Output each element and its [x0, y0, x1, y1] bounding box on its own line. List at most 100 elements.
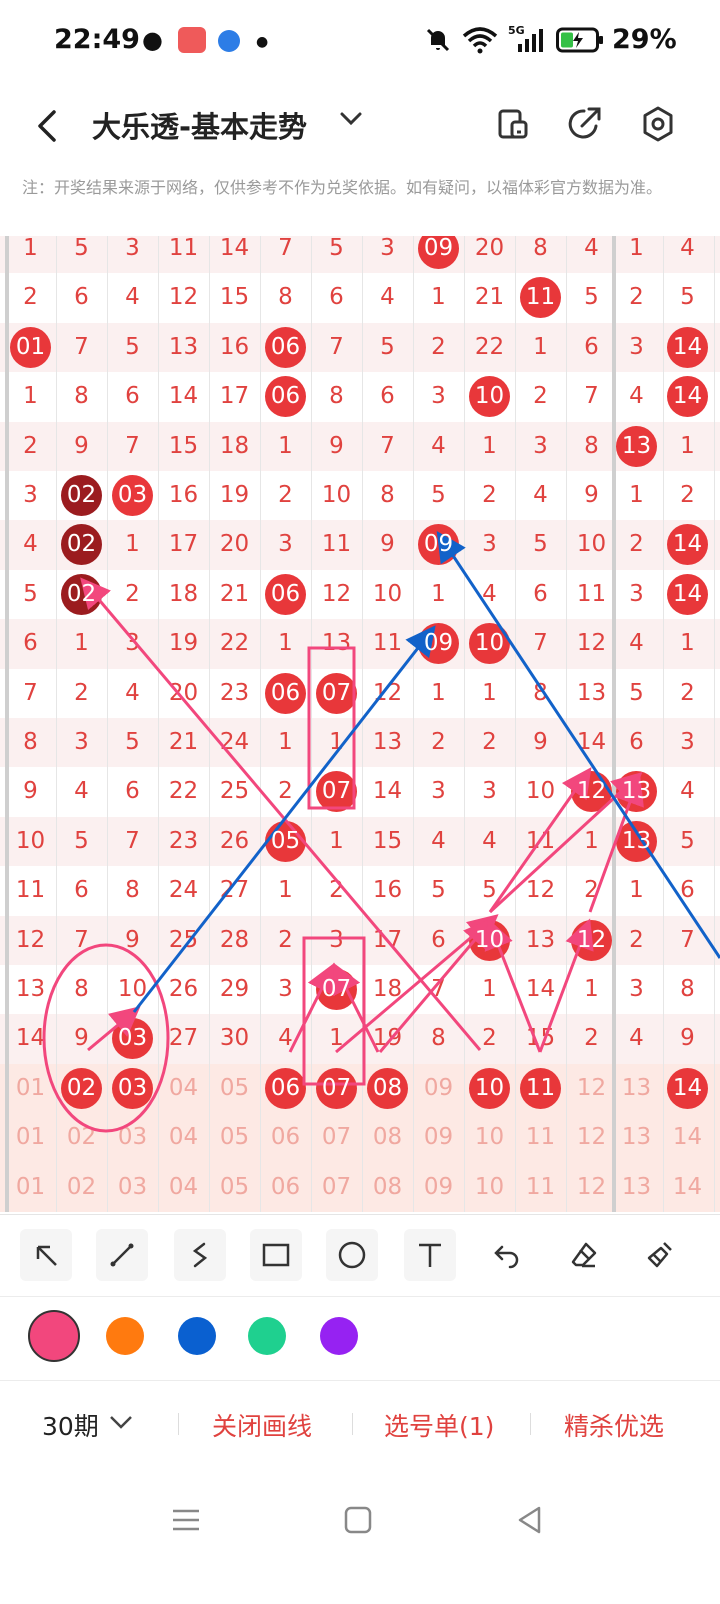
omission-cell: 1 — [431, 284, 446, 311]
omission-cell: 5 — [431, 482, 446, 508]
omission-cell: 2 — [23, 284, 38, 311]
omission-cell: 4 — [23, 531, 38, 558]
omission-cell: 7 — [533, 630, 548, 657]
omission-cell: 13 — [168, 333, 199, 360]
color-swatch[interactable] — [178, 1317, 216, 1355]
omission-cell: 4 — [125, 284, 140, 311]
circle-tool-button[interactable] — [326, 1229, 378, 1281]
omission-cell: 2 — [278, 926, 293, 953]
omission-cell: 3 — [533, 432, 548, 459]
omission-cell: 20 — [474, 236, 505, 261]
omission-cell: 7 — [125, 432, 140, 459]
omission-cell: 5 — [125, 333, 140, 360]
omission-cell: 11 — [525, 1124, 556, 1151]
drawn-number-ball: 06 — [260, 323, 311, 372]
omission-cell: 1 — [584, 976, 599, 1002]
omission-cell: 5 — [629, 679, 644, 706]
omission-cell: 14 — [15, 1025, 46, 1052]
back-nav-icon[interactable] — [514, 1504, 546, 1540]
omission-cell: 12 — [321, 580, 352, 607]
omission-cell: 6 — [584, 333, 599, 360]
color-swatch[interactable] — [28, 1310, 80, 1362]
omission-cell: 6 — [629, 729, 644, 755]
omission-cell: 3 — [329, 926, 344, 953]
signal-icon — [514, 26, 546, 60]
omission-cell: 4 — [629, 383, 644, 410]
omission-cell: 1 — [482, 679, 497, 706]
drawn-number-ball: 02 — [56, 520, 107, 569]
omission-cell: 2 — [629, 284, 644, 311]
omission-cell: 8 — [380, 482, 395, 508]
clear-button[interactable] — [634, 1229, 686, 1281]
chevron-down-icon[interactable] — [338, 106, 364, 138]
omission-cell: 10 — [321, 482, 352, 508]
home-icon[interactable] — [342, 1504, 374, 1540]
freehand-tool-button[interactable] — [174, 1229, 226, 1281]
omission-cell: 25 — [219, 778, 250, 805]
omission-cell: 3 — [23, 482, 38, 508]
omission-cell: 3 — [380, 236, 395, 261]
text-tool-button[interactable] — [404, 1229, 456, 1281]
layout-toggle-icon[interactable] — [490, 100, 538, 148]
eraser-button[interactable] — [558, 1229, 610, 1281]
color-swatch[interactable] — [320, 1317, 358, 1355]
omission-cell: 8 — [533, 236, 548, 261]
close-lines-button[interactable]: 关闭画线 — [212, 1407, 312, 1443]
line-icon — [110, 1243, 134, 1267]
omission-cell: 2 — [629, 926, 644, 953]
omission-cell: 2 — [431, 729, 446, 755]
arrow-icon — [36, 1245, 57, 1266]
color-swatch[interactable] — [106, 1317, 144, 1355]
battery-percent: 29% — [612, 24, 677, 55]
omission-cell: 17 — [219, 383, 250, 410]
menu-icon[interactable] — [170, 1504, 202, 1540]
drawn-number-ball: 03 — [107, 471, 158, 520]
undo-button[interactable] — [480, 1229, 532, 1281]
eraser-icon — [571, 1242, 597, 1268]
drawn-number-ball: 14 — [662, 570, 713, 619]
share-icon[interactable] — [560, 100, 608, 148]
rectangle-tool-button[interactable] — [250, 1229, 302, 1281]
line-tool-button[interactable] — [96, 1229, 148, 1281]
omission-cell: 4 — [380, 284, 395, 311]
omission-cell: 13 — [321, 630, 352, 657]
omission-cell: 22 — [168, 778, 199, 805]
omission-cell: 11 — [525, 827, 556, 854]
omission-cell: 6 — [74, 877, 89, 904]
omission-cell: 7 — [74, 333, 89, 360]
omission-cell: 08 — [372, 1173, 403, 1200]
omission-cell: 13 — [621, 1124, 652, 1151]
grid-column-line — [566, 236, 567, 1212]
omission-cell: 9 — [380, 531, 395, 558]
pick-list-button[interactable]: 选号单(1) — [384, 1407, 494, 1443]
separator — [178, 1413, 179, 1435]
omission-cell: 7 — [380, 432, 395, 459]
wechat-icon: ● — [142, 26, 163, 54]
omission-cell: 2 — [482, 729, 497, 755]
omission-cell: 9 — [125, 926, 140, 953]
omission-cell: 21 — [474, 284, 505, 311]
drawn-number-ball: 07 — [311, 669, 362, 718]
omission-cell: 2 — [278, 778, 293, 805]
drawn-number-ball: 02 — [56, 570, 107, 619]
omission-cell: 1 — [329, 729, 344, 755]
omission-cell: 2 — [74, 679, 89, 706]
settings-icon[interactable] — [634, 100, 682, 148]
chevron-down-icon[interactable] — [108, 1409, 134, 1441]
period-selector[interactable]: 30期 — [42, 1407, 99, 1443]
omission-cell: 6 — [680, 877, 695, 904]
omission-cell: 4 — [431, 827, 446, 854]
omission-cell: 23 — [168, 827, 199, 854]
bottom-action-bar: 30期 关闭画线 选号单(1) 精杀优选 — [0, 1380, 720, 1466]
arrow-tool-button[interactable] — [20, 1229, 72, 1281]
color-swatch[interactable] — [248, 1317, 286, 1355]
omission-cell: 03 — [117, 1173, 148, 1200]
omission-cell: 3 — [431, 778, 446, 805]
omission-cell: 28 — [219, 926, 250, 953]
omission-cell: 2 — [482, 482, 497, 508]
battery-icon — [556, 26, 604, 60]
premium-picks-button[interactable]: 精杀优选 — [564, 1407, 664, 1443]
back-button[interactable] — [28, 102, 68, 150]
omission-cell: 05 — [219, 1074, 250, 1101]
page-title[interactable]: 大乐透-基本走势 — [92, 104, 307, 146]
